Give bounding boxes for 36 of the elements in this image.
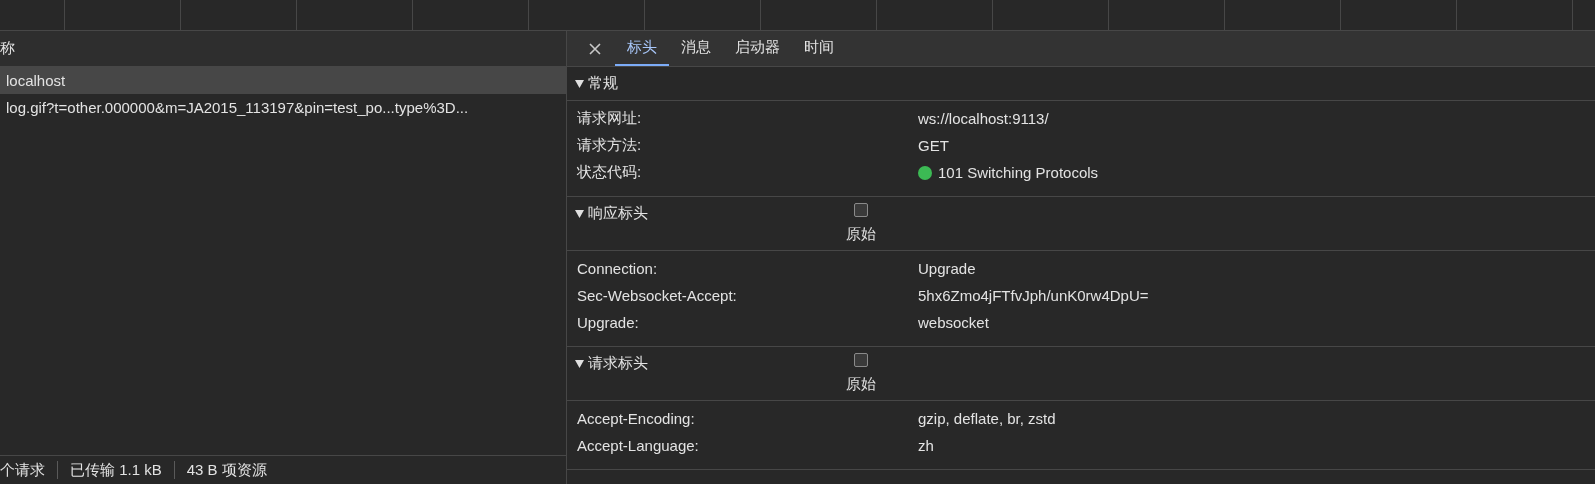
header-value: ws://localhost:9113/: [918, 110, 1049, 127]
status-text: 已传输 1.1 kB: [70, 460, 162, 480]
header-value: Upgrade: [918, 260, 976, 277]
header-value: websocket: [918, 314, 989, 331]
raw-checkbox[interactable]: [854, 203, 868, 217]
header-name: 请求方法:: [577, 136, 643, 155]
raw-checkbox[interactable]: [854, 353, 868, 367]
checkbox-label: 原始: [846, 375, 876, 394]
header-name: Accept-Encoding:: [577, 410, 696, 427]
triangle-icon: [575, 79, 584, 88]
section-header[interactable]: 请求标头: [575, 347, 648, 380]
column-header[interactable]: 称: [0, 39, 15, 58]
tab[interactable]: 启动器: [723, 31, 792, 66]
checkbox-label: 原始: [846, 225, 876, 244]
header-value: 5hx6Zmo4jFTfvJph/unK0rw4DpU=: [918, 287, 1149, 304]
tab[interactable]: 标头: [615, 31, 669, 66]
triangle-icon: [575, 209, 584, 218]
header-name: 状态代码:: [577, 163, 643, 182]
header-name: Accept-Language:: [577, 437, 700, 454]
tab[interactable]: 消息: [669, 31, 723, 66]
request-row[interactable]: log.gif?t=other.000000&m=JA2015_113197&pin=test_po...type%3D...: [0, 94, 566, 121]
header-name: 请求网址:: [577, 109, 643, 128]
tab[interactable]: 时间: [792, 31, 846, 66]
header-value: GET: [918, 137, 949, 154]
section-header[interactable]: 响应标头: [575, 197, 648, 230]
section-header[interactable]: 常规: [575, 67, 618, 100]
header-name: Upgrade:: [577, 314, 640, 331]
status-text: 个请求: [0, 460, 45, 480]
header-name: Connection:: [577, 260, 659, 277]
header-value: gzip, deflate, br, zstd: [918, 410, 1056, 427]
triangle-icon: [575, 359, 584, 368]
header-name: Sec-Websocket-Accept:: [577, 287, 738, 304]
header-value: zh: [918, 437, 934, 454]
status-text: 43 B 项资源: [186, 460, 267, 480]
header-value: 101 Switching Protocols: [938, 164, 1099, 181]
request-row[interactable]: localhost: [0, 67, 566, 94]
